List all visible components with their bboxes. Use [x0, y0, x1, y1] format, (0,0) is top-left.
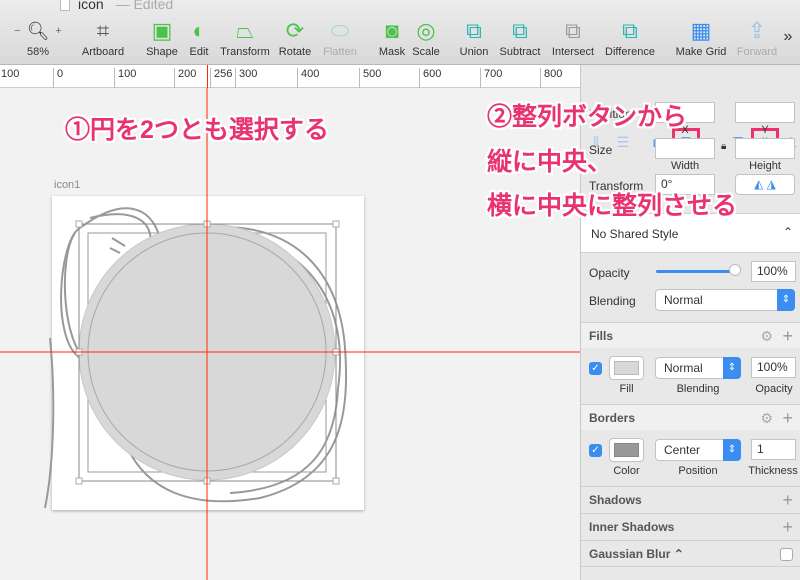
window-title: icon — Edited [60, 0, 173, 12]
border-checkbox[interactable]: ✓ [589, 444, 602, 457]
toolbar-subtract-button[interactable]: ⧉ Subtract [500, 18, 541, 58]
border-color-well[interactable] [609, 438, 644, 462]
width-field[interactable] [655, 138, 715, 159]
rotate-icon: ⟳ [285, 18, 305, 43]
updown-icon: ⇕ [723, 357, 741, 379]
intersect-icon: ⧉ [565, 18, 581, 43]
annotation-step2-line2: 縦に中央、 [487, 148, 613, 176]
shadows-header: Shadows + [581, 486, 800, 513]
search-icon: 🔍︎ [26, 20, 50, 41]
toolbar-rotate-button[interactable]: ⟳ Rotate [279, 18, 311, 58]
flatten-icon: ⬭ [330, 18, 350, 43]
scale-icon: ◎ [416, 18, 436, 43]
lock-icon[interactable]: 🔒︎ [721, 141, 726, 152]
updown-icon: ⌃ [782, 225, 793, 239]
fill-blending-select[interactable]: Normal ⇕ [655, 357, 741, 379]
y-field[interactable] [735, 102, 795, 123]
opacity-slider[interactable] [656, 270, 736, 273]
toolbar-transform-button[interactable]: ⏢ Transform [220, 18, 270, 58]
toolbar-mask-button[interactable]: ◙ Mask [379, 18, 405, 58]
zoom-in-button[interactable]: + [55, 25, 61, 37]
blending-select[interactable]: Normal ⇕ [655, 289, 795, 311]
toolbar-difference-button[interactable]: ⧉ Difference [605, 18, 655, 58]
ruler-label: 600 [419, 68, 441, 88]
gear-icon[interactable]: ⚙ [760, 405, 773, 431]
inspector-panel: ⫴ ☰ ⊏ ∓ ⊐ ⊤ ⧺ ⊥ Position X Y Size 🔒︎ Wid… [580, 65, 800, 580]
borders-header: Borders ⚙ + [581, 404, 800, 430]
fill-color-well[interactable] [609, 356, 644, 380]
toolbar-make-grid-button[interactable]: ▦ Make Grid [676, 18, 727, 58]
opacity-slider-thumb[interactable] [729, 264, 741, 276]
ruler-label: 100 [114, 68, 136, 88]
ruler-label: 800 [540, 68, 562, 88]
ruler-label: 500 [359, 68, 381, 88]
horizontal-ruler[interactable]: 100 0 100 200 256 300 400 500 600 700 800 [0, 65, 580, 88]
opacity-field[interactable]: 100% [751, 261, 796, 282]
annotation-step2: ②整列ボタンから [487, 103, 688, 131]
toolbar-intersect-button[interactable]: ⧉ Intersect [552, 18, 594, 58]
ruler-label: 256 [210, 68, 232, 88]
forward-icon: ⇪ [747, 18, 767, 43]
fills-header: Fills ⚙ + [581, 322, 800, 348]
updown-icon: ⇕ [723, 439, 741, 461]
annotation-step2-line3: 横に中央に整列させる [487, 192, 738, 220]
zoom-control[interactable]: − 🔍︎ + 58% [14, 20, 62, 59]
toolbar-union-button[interactable]: ⧉ Union [460, 18, 489, 58]
border-thickness-field[interactable]: 1 [751, 439, 796, 460]
toolbar-scale-button[interactable]: ◎ Scale [412, 18, 440, 58]
annotation-step1: ①円を2つとも選択する [65, 116, 329, 144]
document-icon [60, 0, 70, 12]
add-fill-button[interactable]: + [782, 323, 793, 349]
zoom-out-button[interactable]: − [14, 25, 20, 37]
gaussian-blur-header[interactable]: Gaussian Blur ⌃ [581, 540, 800, 567]
gaussian-blur-checkbox[interactable] [780, 548, 793, 561]
add-shadow-button[interactable]: + [782, 487, 793, 514]
gear-icon[interactable]: ⚙ [760, 323, 773, 349]
shape-icon: ▣ [151, 18, 173, 43]
union-icon: ⧉ [466, 18, 482, 43]
updown-icon: ⇕ [777, 289, 795, 311]
toolbar-artboard-button[interactable]: ⌗ Artboard [82, 18, 124, 58]
artboard-icon: ⌗ [96, 18, 110, 43]
ruler-marker [207, 65, 208, 88]
difference-icon: ⧉ [622, 18, 638, 43]
toolbar-edit-button[interactable]: ◐ Edit [190, 18, 209, 58]
distribute-vertical-icon[interactable]: ☰ [613, 132, 633, 152]
flip-buttons[interactable]: ◭ ◮ [735, 174, 795, 195]
ruler-label: 100 [0, 68, 19, 88]
ruler-label: 400 [297, 68, 319, 88]
add-inner-shadow-button[interactable]: + [782, 514, 793, 541]
ruler-label: 300 [235, 68, 257, 88]
subtract-icon: ⧉ [512, 18, 528, 43]
border-position-select[interactable]: Center ⇕ [655, 439, 741, 461]
ruler-label: 700 [480, 68, 502, 88]
edit-icon: ◐ [192, 18, 206, 43]
height-field[interactable] [735, 138, 795, 159]
inner-shadows-header: Inner Shadows + [581, 513, 800, 540]
fill-opacity-field[interactable]: 100% [751, 357, 796, 378]
toolbar-flatten-button[interactable]: ⬭ Flatten [323, 18, 357, 58]
toolbar-shape-button[interactable]: ▣ Shape [146, 18, 178, 58]
toolbar: icon — Edited − 🔍︎ + 58% ⌗ Artboard ▣ Shape ◐ E… [0, 0, 800, 65]
ruler-label: 0 [53, 68, 63, 88]
mask-icon: ◙ [385, 18, 399, 43]
add-border-button[interactable]: + [782, 405, 793, 431]
transform-icon: ⏢ [236, 18, 254, 43]
grid-icon: ▦ [690, 18, 712, 43]
ruler-label: 200 [174, 68, 196, 88]
toolbar-forward-button[interactable]: ⇪ Forward [737, 18, 777, 58]
more-tools-button[interactable]: » [784, 28, 793, 46]
fill-checkbox[interactable]: ✓ [589, 362, 602, 375]
